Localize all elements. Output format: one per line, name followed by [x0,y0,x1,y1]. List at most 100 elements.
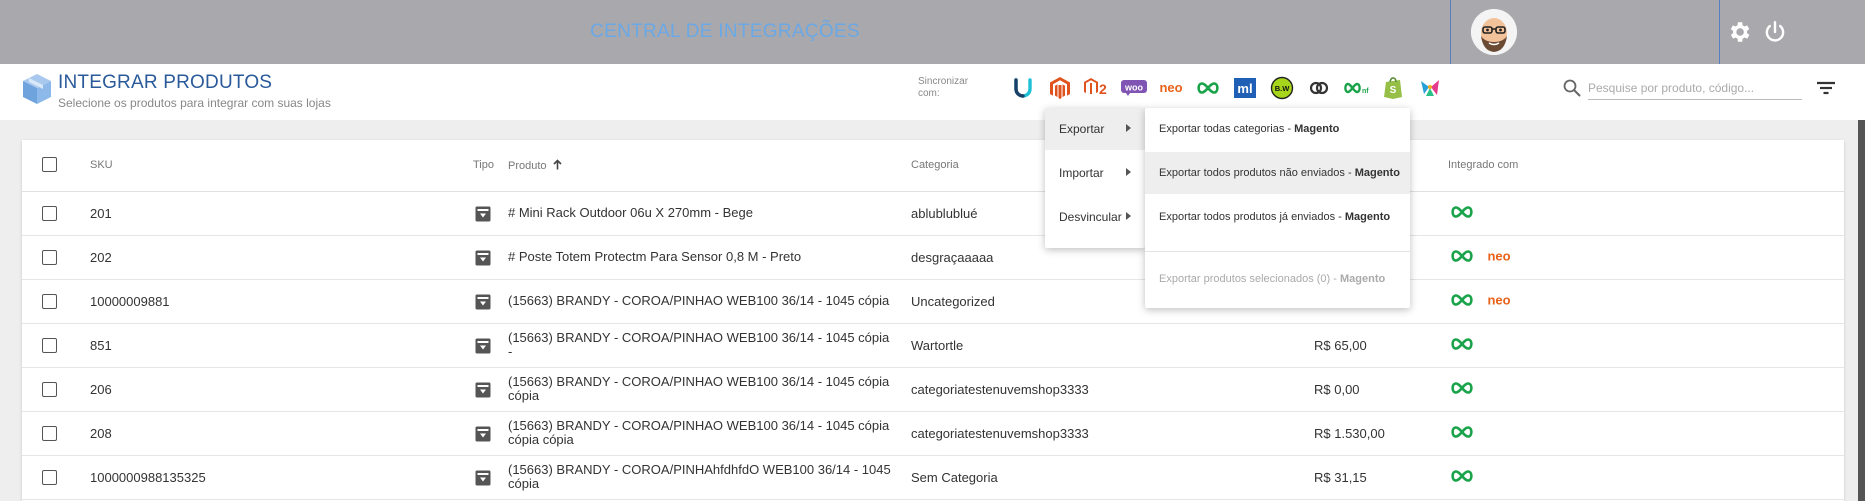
neo-icon: neo [1484,248,1514,268]
produto-line-1: (15663) BRANDY - COROA/PINHAO WEB100 36/… [508,374,890,389]
cell-categoria: Wartortle [911,338,964,353]
column-produto[interactable]: Produto [508,159,562,173]
uello-icon[interactable] [1004,75,1041,101]
filter-icon[interactable] [1815,78,1837,98]
mercadolivre-icon[interactable]: ml [1226,75,1263,101]
product-type-icon [475,470,491,486]
link-icon[interactable] [1300,75,1337,101]
export-submenu: Exportar todas categorias - Magento Expo… [1145,108,1410,308]
avatar[interactable] [1471,9,1517,55]
power-icon[interactable] [1762,19,1788,45]
export-all-categories[interactable]: Exportar todas categorias - Magento [1145,108,1410,150]
menu-item-importar-label: Importar [1059,166,1104,180]
menu-item-exportar[interactable]: Exportar [1045,108,1145,150]
cell-sku: 201 [90,206,112,221]
cell-produto: # Mini Rack Outdoor 06u X 270mm - Bege [508,206,753,220]
table-row[interactable]: 201 # Mini Rack Outdoor 06u X 270mm - Beg… [22,192,1844,236]
cell-integrado [1448,205,1476,224]
produto-line-2: cópia [508,388,540,403]
table-row[interactable]: 202 # Poste Totem Protectm Para Sensor 0,… [22,236,1844,280]
cell-integrado [1448,337,1476,356]
row-checkbox[interactable] [42,294,57,309]
sync-store-icons: 2 woo neo ml B.W nf S [1004,75,1448,101]
bird-icon[interactable] [1411,75,1448,101]
row-checkbox[interactable] [42,206,57,221]
infinity-icon[interactable] [1189,75,1226,101]
cell-sku: 202 [90,250,112,265]
table-row[interactable]: 851 (15663) BRANDY - COROA/PINHAO WEB100 … [22,324,1844,368]
shopify-icon[interactable]: S [1374,75,1411,101]
export-sent-products[interactable]: Exportar todos produtos já enviados - Ma… [1145,196,1410,238]
search-box [1562,74,1802,102]
column-sku[interactable]: SKU [90,159,113,171]
cell-produto: (15663) BRANDY - COROA/PINHAO WEB100 36/… [508,419,889,447]
infinity-icon [1448,469,1476,488]
svg-text:neo: neo [1159,80,1182,95]
gear-icon[interactable] [1726,19,1752,45]
magento-icon[interactable] [1041,75,1078,101]
user-box[interactable] [1450,0,1720,64]
row-checkbox[interactable] [42,426,57,441]
infinity-icon [1448,381,1476,400]
infinity-nf-icon[interactable]: nf [1337,75,1374,101]
subheader: INTEGRAR PRODUTOS Selecione os produtos … [0,64,1865,120]
row-checkbox[interactable] [42,470,57,485]
page-subtitle: Selecione os produtos para integrar com … [58,96,331,110]
infinity-icon [1448,337,1476,356]
search-input[interactable] [1588,76,1802,100]
export-unsent-products[interactable]: Exportar todos produtos não enviados - M… [1145,152,1410,194]
product-type-icon [475,338,491,354]
column-integrado[interactable]: Integrado com [1448,159,1518,171]
produto-line-1: # Poste Totem Protectm Para Sensor 0,8 M… [508,249,802,264]
cell-categoria: ablublublué [911,206,978,221]
bw-icon[interactable]: B.W [1263,75,1300,101]
infinity-icon [1448,205,1476,224]
table-row[interactable]: 1000000988135325 (15663) BRANDY - COROA/P… [22,456,1844,500]
menu-item-desvincular[interactable]: Desvincular [1045,196,1145,238]
cell-categoria: Sem Categoria [911,470,998,485]
svg-text:nf: nf [1362,88,1369,95]
sync-label: Sincronizar com: [918,76,969,99]
woocommerce-icon[interactable]: woo [1115,75,1152,101]
scrollbar[interactable] [1858,120,1865,501]
cell-sku: 206 [90,382,112,397]
svg-text:2: 2 [1099,81,1107,97]
svg-text:B.W: B.W [1274,84,1290,93]
cell-preco: R$ 31,15 [1314,470,1367,485]
column-tipo[interactable]: Tipo [473,159,494,171]
cell-categoria: desgraçaaaaa [911,250,994,265]
cell-categoria: Uncategorized [911,294,995,309]
neo-icon[interactable]: neo [1152,75,1189,101]
table-row[interactable]: 10000009881 (15663) BRANDY - COROA/PINHAO… [22,280,1844,324]
svg-text:neo: neo [1487,249,1510,263]
neo-icon: neo [1484,292,1514,312]
table-row[interactable]: 208 (15663) BRANDY - COROA/PINHAO WEB100 … [22,412,1844,456]
infinity-icon [1448,425,1476,444]
cell-preco: R$ 0,00 [1314,382,1360,397]
row-checkbox[interactable] [42,250,57,265]
table-row[interactable]: 206 (15663) BRANDY - COROA/PINHAO WEB100 … [22,368,1844,412]
cell-preco: R$ 1.530,00 [1314,426,1385,441]
menu-item-importar[interactable]: Importar [1045,152,1145,194]
produto-line-1: (15663) BRANDY - COROA/PINHAhfdhfdO WEB1… [508,462,891,477]
cell-integrado [1448,469,1476,488]
infinity-icon [1448,293,1476,312]
produto-line-1: (15663) BRANDY - COROA/PINHAO WEB100 36/… [508,330,890,345]
cell-produto: (15663) BRANDY - COROA/PINHAhfdhfdO WEB1… [508,463,891,491]
menu-item-desvincular-label: Desvincular [1059,210,1122,224]
cell-integrado [1448,425,1476,444]
row-checkbox[interactable] [42,382,57,397]
column-categoria[interactable]: Categoria [911,159,959,171]
produto-line-2: cópia cópia [508,432,574,447]
magento2-icon[interactable]: 2 [1078,75,1115,101]
product-type-icon [475,206,491,222]
select-all-checkbox[interactable] [42,157,57,172]
produto-line-1: (15663) BRANDY - COROA/PINHAO WEB100 36/… [508,418,890,433]
cell-produto: (15663) BRANDY - COROA/PINHAO WEB100 36/… [508,375,889,403]
product-type-icon [475,294,491,310]
row-checkbox[interactable] [42,338,57,353]
search-icon [1562,78,1582,98]
sort-arrow-up-icon [553,159,562,173]
svg-text:S: S [1389,85,1396,96]
produto-line-2: - [508,344,513,359]
